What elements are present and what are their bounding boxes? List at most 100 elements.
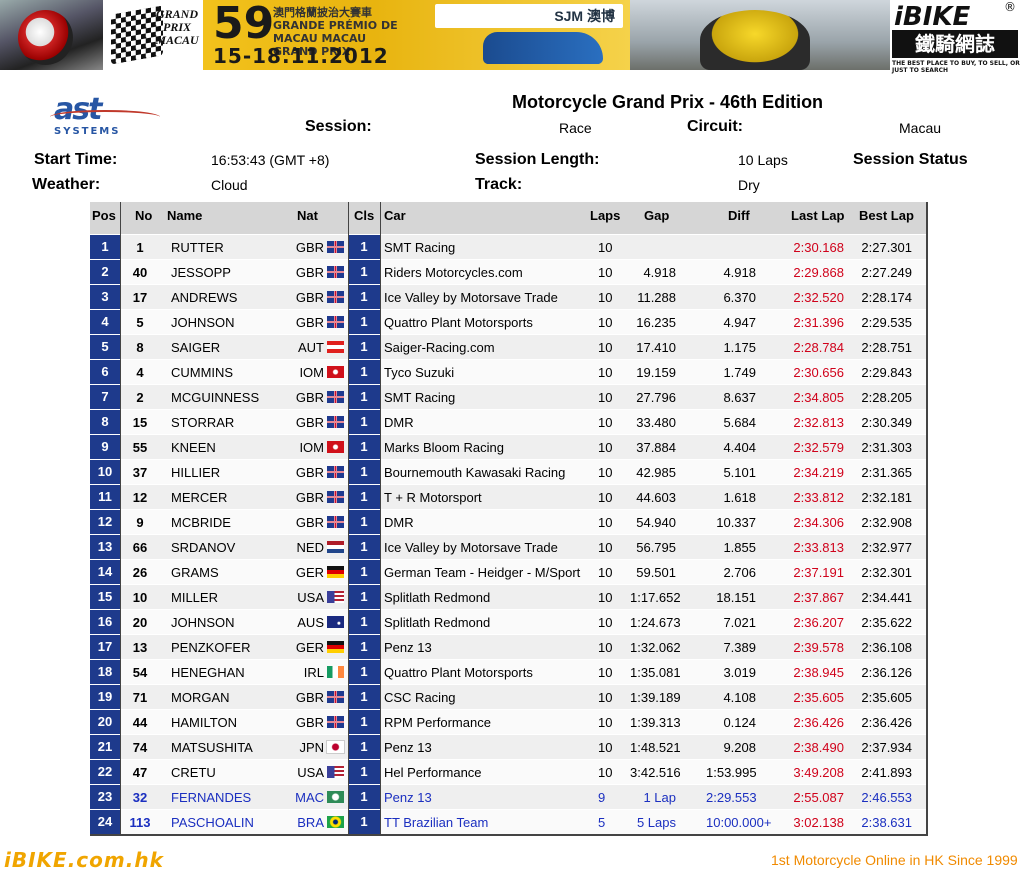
class-cell: 1 [348,310,380,334]
position-cell: 24 [90,810,120,834]
event-dates: 15-18.11.2012 [213,44,389,68]
nationality-cell: GBR [295,515,324,530]
col-diff[interactable]: Diff [728,208,750,223]
number-cell: 55 [132,440,148,455]
gap-cell: 11.288 [637,290,676,305]
table-row[interactable]: 12 9 MCBRIDE GBR 1 DMR 10 54.940 10.337 2:34.306 2… [90,509,926,534]
table-row[interactable]: 22 47 CRETU USA 1 Hel Performance 10 3:42.516 1:… [90,759,926,784]
flag-gbr-icon [327,416,344,428]
last-lap-cell: 2:37.867 [793,590,844,605]
column-divider [120,202,121,834]
best-lap-cell: 2:32.301 [861,565,912,580]
col-best-lap[interactable]: Best Lap [859,208,914,223]
circuit-label: Circuit: [687,118,743,135]
table-row[interactable]: 1 1 RUTTER GBR 1 SMT Racing 10 2:30.168 2:27.301 [90,234,926,259]
rider-name-cell: HAMILTON [171,715,237,730]
nationality-cell: GBR [295,315,324,330]
col-gap[interactable]: Gap [644,208,669,223]
rider-name-cell: HENEGHAN [171,665,245,680]
nationality-cell: JPN [299,740,324,755]
rider-name-cell: MILLER [171,590,218,605]
table-row[interactable]: 2 40 JESSOPP GBR 1 Riders Motorcycles.com 10 4.… [90,259,926,284]
table-row[interactable]: 19 71 MORGAN GBR 1 CSC Racing 10 1:39.189 4.108 2… [90,684,926,709]
table-row[interactable]: 14 26 GRAMS GER 1 German Team - Heidger - M/S… [90,559,926,584]
col-pos[interactable]: Pos [92,208,116,223]
table-row[interactable]: 8 15 STORRAR GBR 1 DMR 10 33.480 5.684 2:32.813 2:… [90,409,926,434]
last-lap-cell: 2:55.087 [793,790,844,805]
team-cell: Quattro Plant Motorsports [384,315,533,330]
laps-cell: 10 [598,290,613,305]
col-cls[interactable]: Cls [354,208,374,223]
col-laps[interactable]: Laps [590,208,620,223]
diff-cell: 5.101 [723,465,756,480]
class-cell: 1 [348,660,380,684]
table-row[interactable]: 11 12 MERCER GBR 1 T + R Motorsport 10 44.603 1.… [90,484,926,509]
table-row[interactable]: 10 37 HILLIER GBR 1 Bournemouth Kawasaki Raci… [90,459,926,484]
flag-gbr-icon [327,716,344,728]
team-cell: German Team - Heidger - M/Sport [384,565,581,580]
table-row[interactable]: 15 10 MILLER USA 1 Splitlath Redmond 10 1:17.65… [90,584,926,609]
gap-cell: 4.918 [643,265,676,280]
footer-logo[interactable]: iBIKE.com.hk [4,848,164,872]
team-cell: Splitlath Redmond [384,590,491,605]
session-label: Session: [305,118,372,135]
team-cell: DMR [384,415,414,430]
table-row[interactable]: 3 17 ANDREWS GBR 1 Ice Valley by Motorsave Tr… [90,284,926,309]
col-last-lap[interactable]: Last Lap [791,208,844,223]
session-length-value: 10 Laps [738,152,788,168]
table-row[interactable]: 23 32 FERNANDES MAC 1 Penz 13 9 1 Lap 2:29.553 2:… [90,784,926,809]
class-cell: 1 [348,560,380,584]
registered-icon: ® [1004,0,1016,14]
table-row[interactable]: 7 2 MCGUINNESS GBR 1 SMT Racing 10 27.796 8.637 2… [90,384,926,409]
team-cell: Penz 13 [384,740,432,755]
col-name[interactable]: Name [167,208,202,223]
diff-cell: 7.389 [723,640,756,655]
gap-cell: 42.985 [636,465,676,480]
ibike-logo[interactable]: iBIKE ® 鐵騎網誌 THE BEST PLACE TO BUY, TO S… [890,0,1020,74]
col-nat[interactable]: Nat [297,208,318,223]
best-lap-cell: 2:36.108 [861,640,912,655]
table-row[interactable]: 20 44 HAMILTON GBR 1 RPM Performance 10 1:39.31… [90,709,926,734]
diff-cell: 4.108 [723,690,756,705]
team-cell: SMT Racing [384,390,456,405]
table-row[interactable]: 6 4 CUMMINS IOM 1 Tyco Suzuki 10 19.159 1.749 2:3… [90,359,926,384]
page-title: Motorcycle Grand Prix - 46th Edition [512,92,824,112]
class-cell: 1 [348,735,380,759]
table-row[interactable]: 16 20 JOHNSON AUS 1 Splitlath Redmond 10 1:24.6… [90,609,926,634]
nationality-cell: NED [296,540,324,555]
table-row[interactable]: 13 66 SRDANOV NED 1 Ice Valley by Motorsave T… [90,534,926,559]
flag-bra-icon [327,816,344,828]
flag-aus-icon [327,616,344,628]
table-row[interactable]: 18 54 HENEGHAN IRL 1 Quattro Plant Motorsport… [90,659,926,684]
gap-cell: 1:32.062 [630,640,681,655]
table-row[interactable]: 9 55 KNEEN IOM 1 Marks Bloom Racing 10 37.884 4.… [90,434,926,459]
last-lap-cell: 2:33.812 [793,490,844,505]
number-cell: 26 [132,565,148,580]
rider-name-cell: SRDANOV [171,540,236,555]
team-cell: Ice Valley by Motorsave Trade [384,290,558,305]
number-cell: 5 [136,315,144,330]
table-row[interactable]: 24 113 PASCHOALIN BRA 1 TT Brazilian Team 5 5 L… [90,809,926,834]
gap-cell: 1:39.313 [630,715,681,730]
col-no[interactable]: No [135,208,152,223]
table-row[interactable]: 17 13 PENZKOFER GER 1 Penz 13 10 1:32.062 7.389 2… [90,634,926,659]
table-row[interactable]: 5 8 SAIGER AUT 1 Saiger-Racing.com 10 17.410 1.1… [90,334,926,359]
class-cell: 1 [348,260,380,284]
diff-cell: 1.175 [723,340,756,355]
table-row[interactable]: 4 5 JOHNSON GBR 1 Quattro Plant Motorsports 10… [90,309,926,334]
last-lap-cell: 2:30.168 [793,240,844,255]
position-cell: 19 [90,685,120,709]
laps-cell: 10 [598,765,613,780]
laps-cell: 10 [598,590,613,605]
rider-name-cell: MATSUSHITA [171,740,253,755]
col-car[interactable]: Car [384,208,406,223]
position-cell: 18 [90,660,120,684]
table-row[interactable]: 21 74 MATSUSHITA JPN 1 Penz 13 10 1:48.521 9.208… [90,734,926,759]
flag-ned-icon [327,541,344,553]
laps-cell: 10 [598,390,613,405]
best-lap-cell: 2:31.303 [861,440,912,455]
position-cell: 13 [90,535,120,559]
team-cell: Tyco Suzuki [384,365,455,380]
racer-photo [0,0,103,70]
rider-name-cell: MCGUINNESS [171,390,260,405]
